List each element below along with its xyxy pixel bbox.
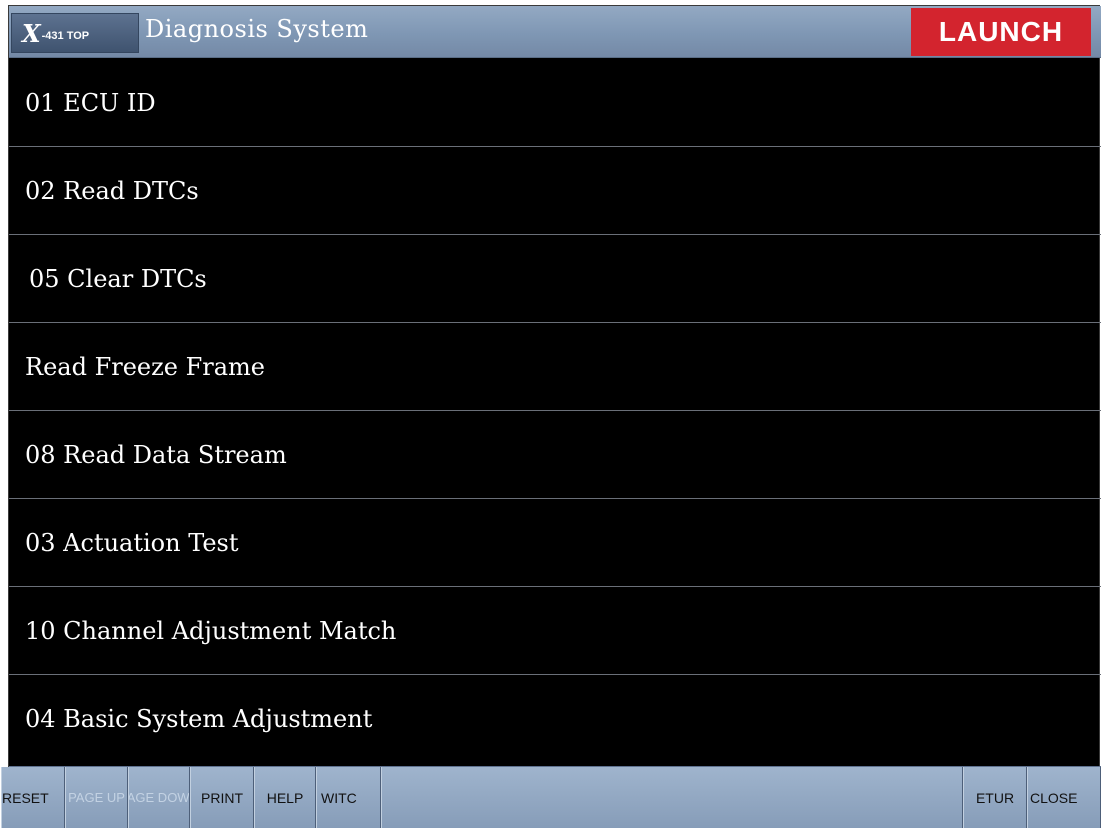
function-menu: 01 ECU ID 02 Read DTCs 05 Clear DTCs Rea… (9, 59, 1101, 766)
menu-item-label: 01 ECU ID (25, 88, 156, 117)
close-button[interactable]: CLOSE (1027, 767, 1101, 828)
menu-item-label: 08 Read Data Stream (25, 440, 287, 469)
page-down-button[interactable]: PAGE DOWN (128, 767, 190, 828)
menu-item-label: 04 Basic System Adjustment (25, 705, 373, 733)
print-button[interactable]: PRINT (190, 767, 254, 828)
menu-item-read-data-stream[interactable]: 08 Read Data Stream (9, 411, 1101, 499)
bottom-toolbar: RESET PAGE UP PAGE DOWN PRINT HELP WITC … (1, 766, 1101, 828)
return-button[interactable]: ETUR (963, 767, 1027, 828)
menu-item-read-dtcs[interactable]: 02 Read DTCs (9, 147, 1101, 235)
menu-item-label: Read Freeze Frame (25, 352, 265, 381)
reset-button[interactable]: RESET (1, 767, 65, 828)
menu-item-label: 02 Read DTCs (25, 176, 199, 205)
diagnosis-window: X -431 TOP Diagnosis System LAUNCH 01 ECU… (1, 5, 1101, 828)
menu-item-actuation-test[interactable]: 03 Actuation Test (9, 499, 1101, 587)
menu-item-label: 05 Clear DTCs (29, 264, 207, 293)
logo-text: -431 TOP (41, 30, 90, 42)
menu-item-read-freeze-frame[interactable]: Read Freeze Frame (9, 323, 1101, 411)
logo-mark: X (22, 18, 41, 48)
menu-item-label: 10 Channel Adjustment Match (25, 616, 397, 645)
switch-button[interactable]: WITC (316, 767, 381, 828)
page-title: Diagnosis System (145, 15, 369, 43)
page-up-button[interactable]: PAGE UP (65, 767, 128, 828)
menu-item-label: 03 Actuation Test (25, 528, 239, 557)
menu-item-basic-system-adjustment[interactable]: 04 Basic System Adjustment (9, 675, 1101, 763)
title-bar: X -431 TOP Diagnosis System LAUNCH (9, 6, 1101, 58)
help-button[interactable]: HELP (254, 767, 316, 828)
x431-logo: X -431 TOP (11, 13, 139, 53)
menu-item-ecu-id[interactable]: 01 ECU ID (9, 59, 1101, 147)
menu-item-clear-dtcs[interactable]: 05 Clear DTCs (9, 235, 1101, 323)
toolbar-spacer (381, 767, 963, 828)
launch-brand-logo: LAUNCH (911, 8, 1091, 56)
menu-item-channel-adjustment-match[interactable]: 10 Channel Adjustment Match (9, 587, 1101, 675)
